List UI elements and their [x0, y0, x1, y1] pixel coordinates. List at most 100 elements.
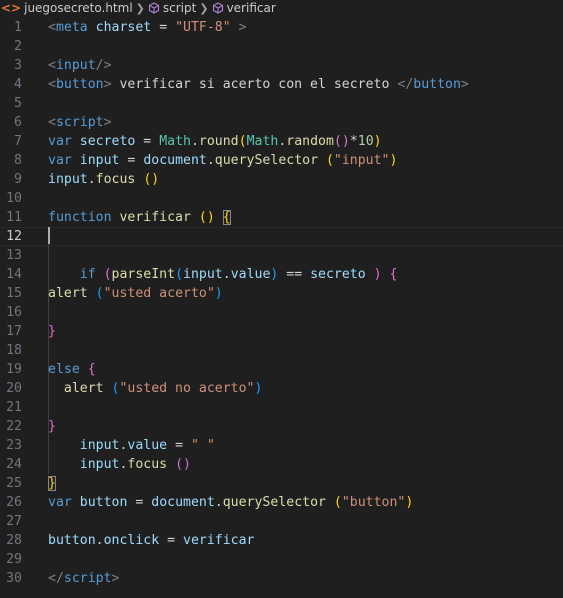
code-token: )	[405, 494, 414, 510]
code-line[interactable]: 15 alert ("usted acerto")	[0, 283, 563, 303]
line-number: 27	[6, 513, 22, 529]
code-line[interactable]: 11 function verificar () {	[0, 208, 563, 227]
code-line[interactable]: 9 input.focus ()	[0, 170, 563, 189]
code-line[interactable]: 8 var input = document.querySelector ("in…	[0, 151, 563, 170]
breadcrumb-file[interactable]: <> juegosecreto.html	[0, 1, 133, 15]
code-line[interactable]: 13	[0, 245, 563, 265]
code-token: =	[127, 494, 152, 510]
code-token: button	[413, 76, 461, 92]
code-token: =	[159, 532, 183, 548]
code-text: if (parseInt(input.value) == secreto ) {	[48, 265, 398, 284]
code-line[interactable]: 19 else {	[0, 359, 563, 379]
code-line[interactable]: 12	[0, 226, 563, 246]
code-token: )	[389, 152, 398, 168]
breadcrumb-symbol-label: verificar	[226, 1, 276, 15]
line-number: 15	[6, 285, 22, 301]
code-token: {	[222, 209, 231, 225]
code-line[interactable]: 24 input.focus ()	[0, 454, 563, 474]
code-line[interactable]: 21	[0, 397, 563, 417]
code-text: input.value = " "	[48, 436, 215, 455]
code-token: value	[230, 266, 271, 282]
breadcrumb-section[interactable]: script	[148, 1, 196, 15]
line-number: 16	[6, 304, 22, 320]
code-line[interactable]: 16	[0, 302, 563, 322]
code-line[interactable]: 20 alert ("usted no acerto")	[0, 378, 563, 398]
code-token: input	[79, 152, 120, 168]
code-token: />	[95, 57, 112, 73]
code-line[interactable]: 17}	[0, 321, 563, 341]
line-number: 12	[6, 228, 22, 244]
breadcrumb-file-label: juegosecreto.html	[24, 1, 133, 15]
code-token: .	[190, 133, 199, 149]
line-number: 5	[14, 95, 22, 111]
breadcrumb-symbol[interactable]: verificar	[212, 1, 276, 15]
code-text: var button = document.querySelector ("bu…	[48, 493, 413, 512]
code-token: focus	[127, 456, 168, 472]
code-text: var input = document.querySelector ("inp…	[48, 151, 397, 170]
code-line[interactable]: 28 button.onclick = verificar	[0, 531, 563, 550]
code-line[interactable]: 5	[0, 94, 563, 113]
code-line[interactable]: 7 var secreto = Math.round(Math.random()*…	[0, 132, 563, 151]
code-line[interactable]: 14 if (parseInt(input.value) == secreto …	[0, 264, 563, 284]
line-number: 6	[14, 114, 22, 130]
line-number: 10	[6, 190, 22, 206]
code-editor[interactable]: <> juegosecreto.html ❯ script ❯ verifica…	[0, 0, 563, 598]
code-token: 10	[357, 133, 374, 149]
code-text: <input/>	[48, 56, 112, 75]
indent-guide	[48, 340, 49, 360]
code-token: (	[95, 285, 104, 301]
code-token: charset	[95, 19, 152, 35]
code-line[interactable]: 22}	[0, 416, 563, 436]
code-token: querySelector	[222, 494, 326, 510]
code-line[interactable]: 23 input.value = " "	[0, 435, 563, 455]
code-token: >	[460, 76, 469, 92]
code-line[interactable]: 10	[0, 189, 563, 208]
code-text: input.focus ()	[48, 455, 191, 474]
code-line[interactable]: 4 <button> verificar si acerto con el sec…	[0, 75, 563, 94]
code-token: button	[55, 76, 104, 92]
indent-guide	[48, 302, 49, 322]
code-token: " "	[190, 437, 215, 453]
line-number: 8	[14, 152, 22, 168]
line-number: 20	[6, 380, 22, 396]
code-line[interactable]: 26 var button = document.querySelector ("…	[0, 493, 563, 512]
code-token: button	[79, 494, 128, 510]
code-lines[interactable]: 1 <meta charset = "UTF-8" >2 3 <input/> 4 <bu…	[0, 18, 563, 588]
code-token: var	[48, 494, 72, 510]
code-token: var	[48, 133, 72, 149]
code-token: parseInt	[111, 266, 176, 282]
code-token: ==	[278, 266, 311, 282]
code-line[interactable]: 30 </script>	[0, 569, 563, 588]
line-number: 19	[6, 361, 22, 377]
code-line[interactable]: 25}	[0, 474, 563, 493]
line-number: 25	[6, 475, 22, 491]
code-token: input	[48, 456, 120, 472]
code-line[interactable]: 1 <meta charset = "UTF-8" >	[0, 18, 563, 37]
breadcrumb: <> juegosecreto.html ❯ script ❯ verifica…	[0, 0, 563, 16]
code-token: var	[48, 152, 72, 168]
code-token: if	[48, 266, 96, 282]
code-line[interactable]: 2	[0, 37, 563, 56]
code-token: input	[48, 437, 120, 453]
code-token: verificar	[119, 209, 191, 225]
code-line[interactable]: 29	[0, 550, 563, 569]
code-token: )	[214, 285, 223, 301]
code-line[interactable]: 18	[0, 340, 563, 360]
code-token: (	[103, 266, 112, 282]
code-token: >	[103, 76, 112, 92]
line-number: 9	[14, 171, 22, 187]
code-token: verificar si acerto con el secreto	[111, 76, 398, 92]
code-line[interactable]: 3 <input/>	[0, 56, 563, 75]
code-text: <button> verificar si acerto con el secr…	[48, 75, 469, 94]
code-token: "usted no acerto"	[119, 380, 255, 396]
code-token: secreto	[79, 133, 136, 149]
code-line[interactable]: 6 <script>	[0, 113, 563, 132]
line-number: 7	[14, 133, 22, 149]
code-token: input	[48, 171, 88, 187]
code-line[interactable]: 27	[0, 512, 563, 531]
line-number: 13	[6, 247, 22, 263]
